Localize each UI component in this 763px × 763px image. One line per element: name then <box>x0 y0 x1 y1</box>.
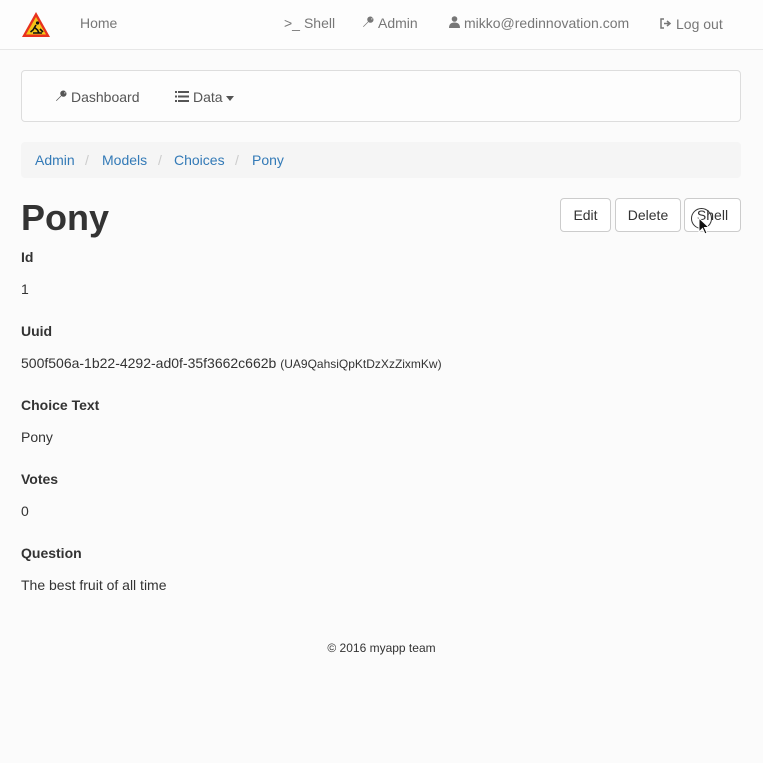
caret-down-icon <box>225 95 234 101</box>
nav-shell-link[interactable]: >_ Shell <box>284 14 335 32</box>
nav-user-link[interactable]: mikko@redinnovation.com <box>449 14 629 32</box>
wrench-icon <box>55 88 67 106</box>
footer-copyright: © 2016 myapp team <box>327 641 436 655</box>
uuid-short-value: (UA9QahsiQpKtDzXzZixmKw) <box>280 357 442 371</box>
breadcrumb-separator: / <box>158 152 162 168</box>
nav-admin-label: Admin <box>378 15 418 31</box>
sub-navigation: Dashboard Data <box>21 70 741 122</box>
field-label-choice-text: Choice Text <box>21 397 100 413</box>
breadcrumb-pony[interactable]: Pony <box>252 152 284 169</box>
terminal-icon: >_ <box>284 15 300 31</box>
wrench-icon <box>362 14 374 32</box>
edit-button[interactable]: Edit <box>560 198 611 232</box>
nav-user-label: mikko@redinnovation.com <box>464 15 630 31</box>
construction-warning-icon[interactable] <box>21 11 51 38</box>
breadcrumb-separator: / <box>85 152 89 168</box>
shell-button[interactable]: Shell <box>684 198 741 232</box>
dashboard-link[interactable]: Dashboard <box>55 88 140 106</box>
field-label-uuid: Uuid <box>21 323 53 339</box>
data-dropdown[interactable]: Data <box>175 88 234 106</box>
field-value-choice-text: Pony <box>21 429 53 445</box>
data-label: Data <box>193 89 223 105</box>
nav-logout-label: Log out <box>676 16 723 32</box>
top-navbar: Home >_ Shell Admin mikko@redinnovation.c… <box>0 0 763 50</box>
breadcrumb-admin[interactable]: Admin <box>35 152 75 169</box>
breadcrumb-separator: / <box>235 152 239 168</box>
breadcrumb-models[interactable]: Models <box>102 152 147 169</box>
field-value-question: The best fruit of all time <box>21 577 167 593</box>
field-label-id: Id <box>21 249 34 265</box>
dashboard-label: Dashboard <box>71 89 140 105</box>
field-value-uuid: 500f506a-1b22-4292-ad0f-35f3662c662b (UA… <box>21 355 442 373</box>
nav-shell-label: Shell <box>303 15 336 31</box>
breadcrumb-choices[interactable]: Choices <box>174 152 225 169</box>
page-title: Pony <box>21 197 110 238</box>
field-value-id: 1 <box>21 281 29 297</box>
delete-button[interactable]: Delete <box>615 198 681 232</box>
uuid-value: 500f506a-1b22-4292-ad0f-35f3662c662b <box>21 355 277 371</box>
field-value-votes: 0 <box>21 503 29 519</box>
nav-home-link[interactable]: Home <box>80 14 117 32</box>
field-label-votes: Votes <box>21 471 59 487</box>
nav-admin-link[interactable]: Admin <box>362 14 418 32</box>
log-out-icon <box>660 15 672 33</box>
nav-logout-link[interactable]: Log out <box>660 15 723 33</box>
user-icon <box>449 14 460 32</box>
list-icon <box>175 88 189 106</box>
breadcrumb: Admin / Models / Choices / Pony <box>21 142 741 178</box>
field-label-question: Question <box>21 545 82 561</box>
